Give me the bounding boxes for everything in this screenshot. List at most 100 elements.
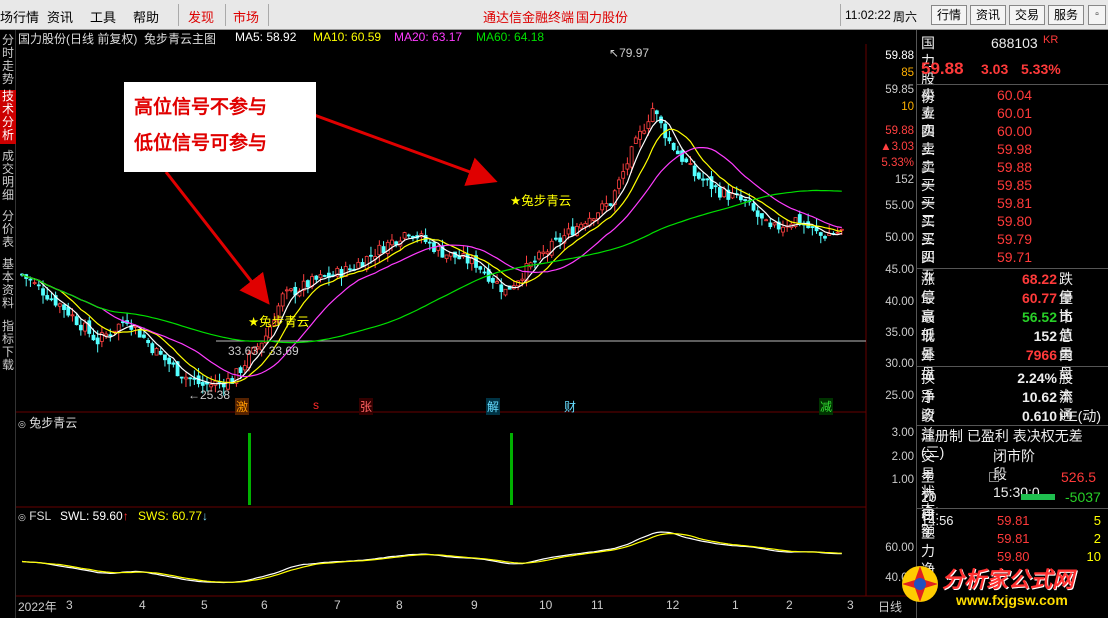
candle-body [284,289,289,292]
candle-body [646,121,651,129]
x-label: 8 [396,598,403,612]
candle-body [818,232,823,236]
trade-button[interactable]: 交易 [1009,5,1045,25]
info-icon[interactable] [989,472,999,482]
axis-tick: 30.00 [885,358,914,370]
candle-body [608,203,613,206]
tab-indicator-download[interactable]: 指标下载 [0,320,16,376]
ma20-label: MA20: 63.17 [394,30,463,44]
candle-body [642,130,647,134]
axis-tick: 40.00 [885,296,914,308]
candle-body [604,203,609,207]
tab-intraday[interactable]: 分时走势 [0,34,16,86]
candle-body [163,354,167,361]
candle-body [62,304,66,310]
window-controls[interactable]: ▫ [1088,5,1106,25]
board-tag: KR [1043,34,1059,46]
menu-market-quotes[interactable]: 场行情 [0,7,39,26]
axis-tick: 85 [901,67,914,79]
candle-body [45,295,50,300]
event-marker[interactable]: 张 [359,398,374,415]
candle-body [339,268,344,278]
candle-body [402,232,407,239]
candle-body [738,196,743,201]
tab-technical[interactable]: 技术分析 [0,90,16,144]
candle-body [280,293,285,307]
x-label: 10 [539,598,553,612]
candle-body [696,172,701,179]
axis-tick: 35.00 [885,327,914,339]
axis-tick: 10 [901,101,914,113]
annotation-arrow [305,110,498,186]
quotes-button[interactable]: 行情 [931,5,967,25]
candle-body [591,218,596,221]
tick-volume: 2 [1093,531,1101,546]
menu-tools[interactable]: 工具 [90,7,116,26]
signal-bar [248,433,251,505]
stat-value: 60.77 [1021,290,1057,306]
book-price: 60.04 [997,87,1033,103]
candle-body [95,337,100,345]
net-bar [1021,494,1055,500]
high-price-label: ↖79.97 [609,46,650,60]
candle-body [717,187,722,198]
event-marker[interactable]: s [313,398,319,412]
candle-body [179,376,184,379]
left-tab-bar: 分时走势 技术分析 成交明细 分价表 基本资料 指标下载 [0,30,16,618]
candle-body [427,241,432,244]
tab-price-table[interactable]: 分价表 [0,210,16,252]
annotation-low-signal: 低位信号可参与 [134,133,268,154]
event-marker[interactable]: 激 [235,398,250,415]
formula-name[interactable]: 兔步青云主图 [144,30,216,47]
candle-body [150,343,155,354]
event-marker[interactable]: 解 [486,398,501,415]
candle-body [465,253,470,264]
ma-line [21,189,842,344]
chart-area[interactable]: 国力股份(日线 前复权) 兔步青云主图 MA5: 58.92 MA10: 60.… [16,30,916,618]
candle-body [764,219,769,222]
candle-body [390,239,394,246]
logo-brand: 分析家公式网 [942,567,1075,592]
clock: 11:02:22 [845,8,891,22]
candle-body [772,222,777,226]
candle-body [532,260,537,263]
menu-news[interactable]: 资讯 [47,7,73,26]
sub2-tick: 60.00 [885,542,914,554]
logo-url: www.fxjgsw.com [956,592,1068,608]
candle-body [520,278,525,281]
candle-body [146,339,151,344]
candle-body [570,226,575,236]
candle-body [314,275,319,280]
news-button[interactable]: 资讯 [970,5,1006,25]
axis-tick: 5.33% [881,157,914,169]
book-price: 60.00 [997,123,1033,139]
stat-value: 0.610 [1021,408,1057,424]
candle-body [32,282,37,284]
event-marker[interactable]: 减 [819,398,834,415]
candle-body [364,256,369,270]
menu-market[interactable]: 市场 [233,7,259,26]
candle-body [28,278,33,281]
ma60-label: MA60: 64.18 [476,30,545,44]
ma-line [21,147,842,378]
tab-trades[interactable]: 成交明细 [0,150,16,204]
sub1-tick: 3.00 [891,427,914,439]
axis-tick: 59.88 [885,50,914,62]
x-label: 2022年 [18,600,57,614]
tab-fundamentals[interactable]: 基本资料 [0,258,16,314]
candle-body [142,334,146,338]
ma10-label: MA10: 60.59 [313,30,382,44]
service-button[interactable]: 服务 [1048,5,1084,25]
stat-value: 152 [1033,328,1057,344]
event-marker[interactable]: 财 [564,398,576,415]
candle-body [751,203,756,211]
menu-help[interactable]: 帮助 [133,7,159,26]
price-change: 3.03 [981,61,1009,77]
sws-label: SWS: 60.77↓ [138,509,209,523]
swl-line [21,531,842,584]
candle-body [83,322,87,332]
sws-line [21,532,842,583]
menu-discover[interactable]: 发现 [188,7,214,26]
axis-tick: 152 [894,174,914,186]
candle-body [667,137,672,142]
